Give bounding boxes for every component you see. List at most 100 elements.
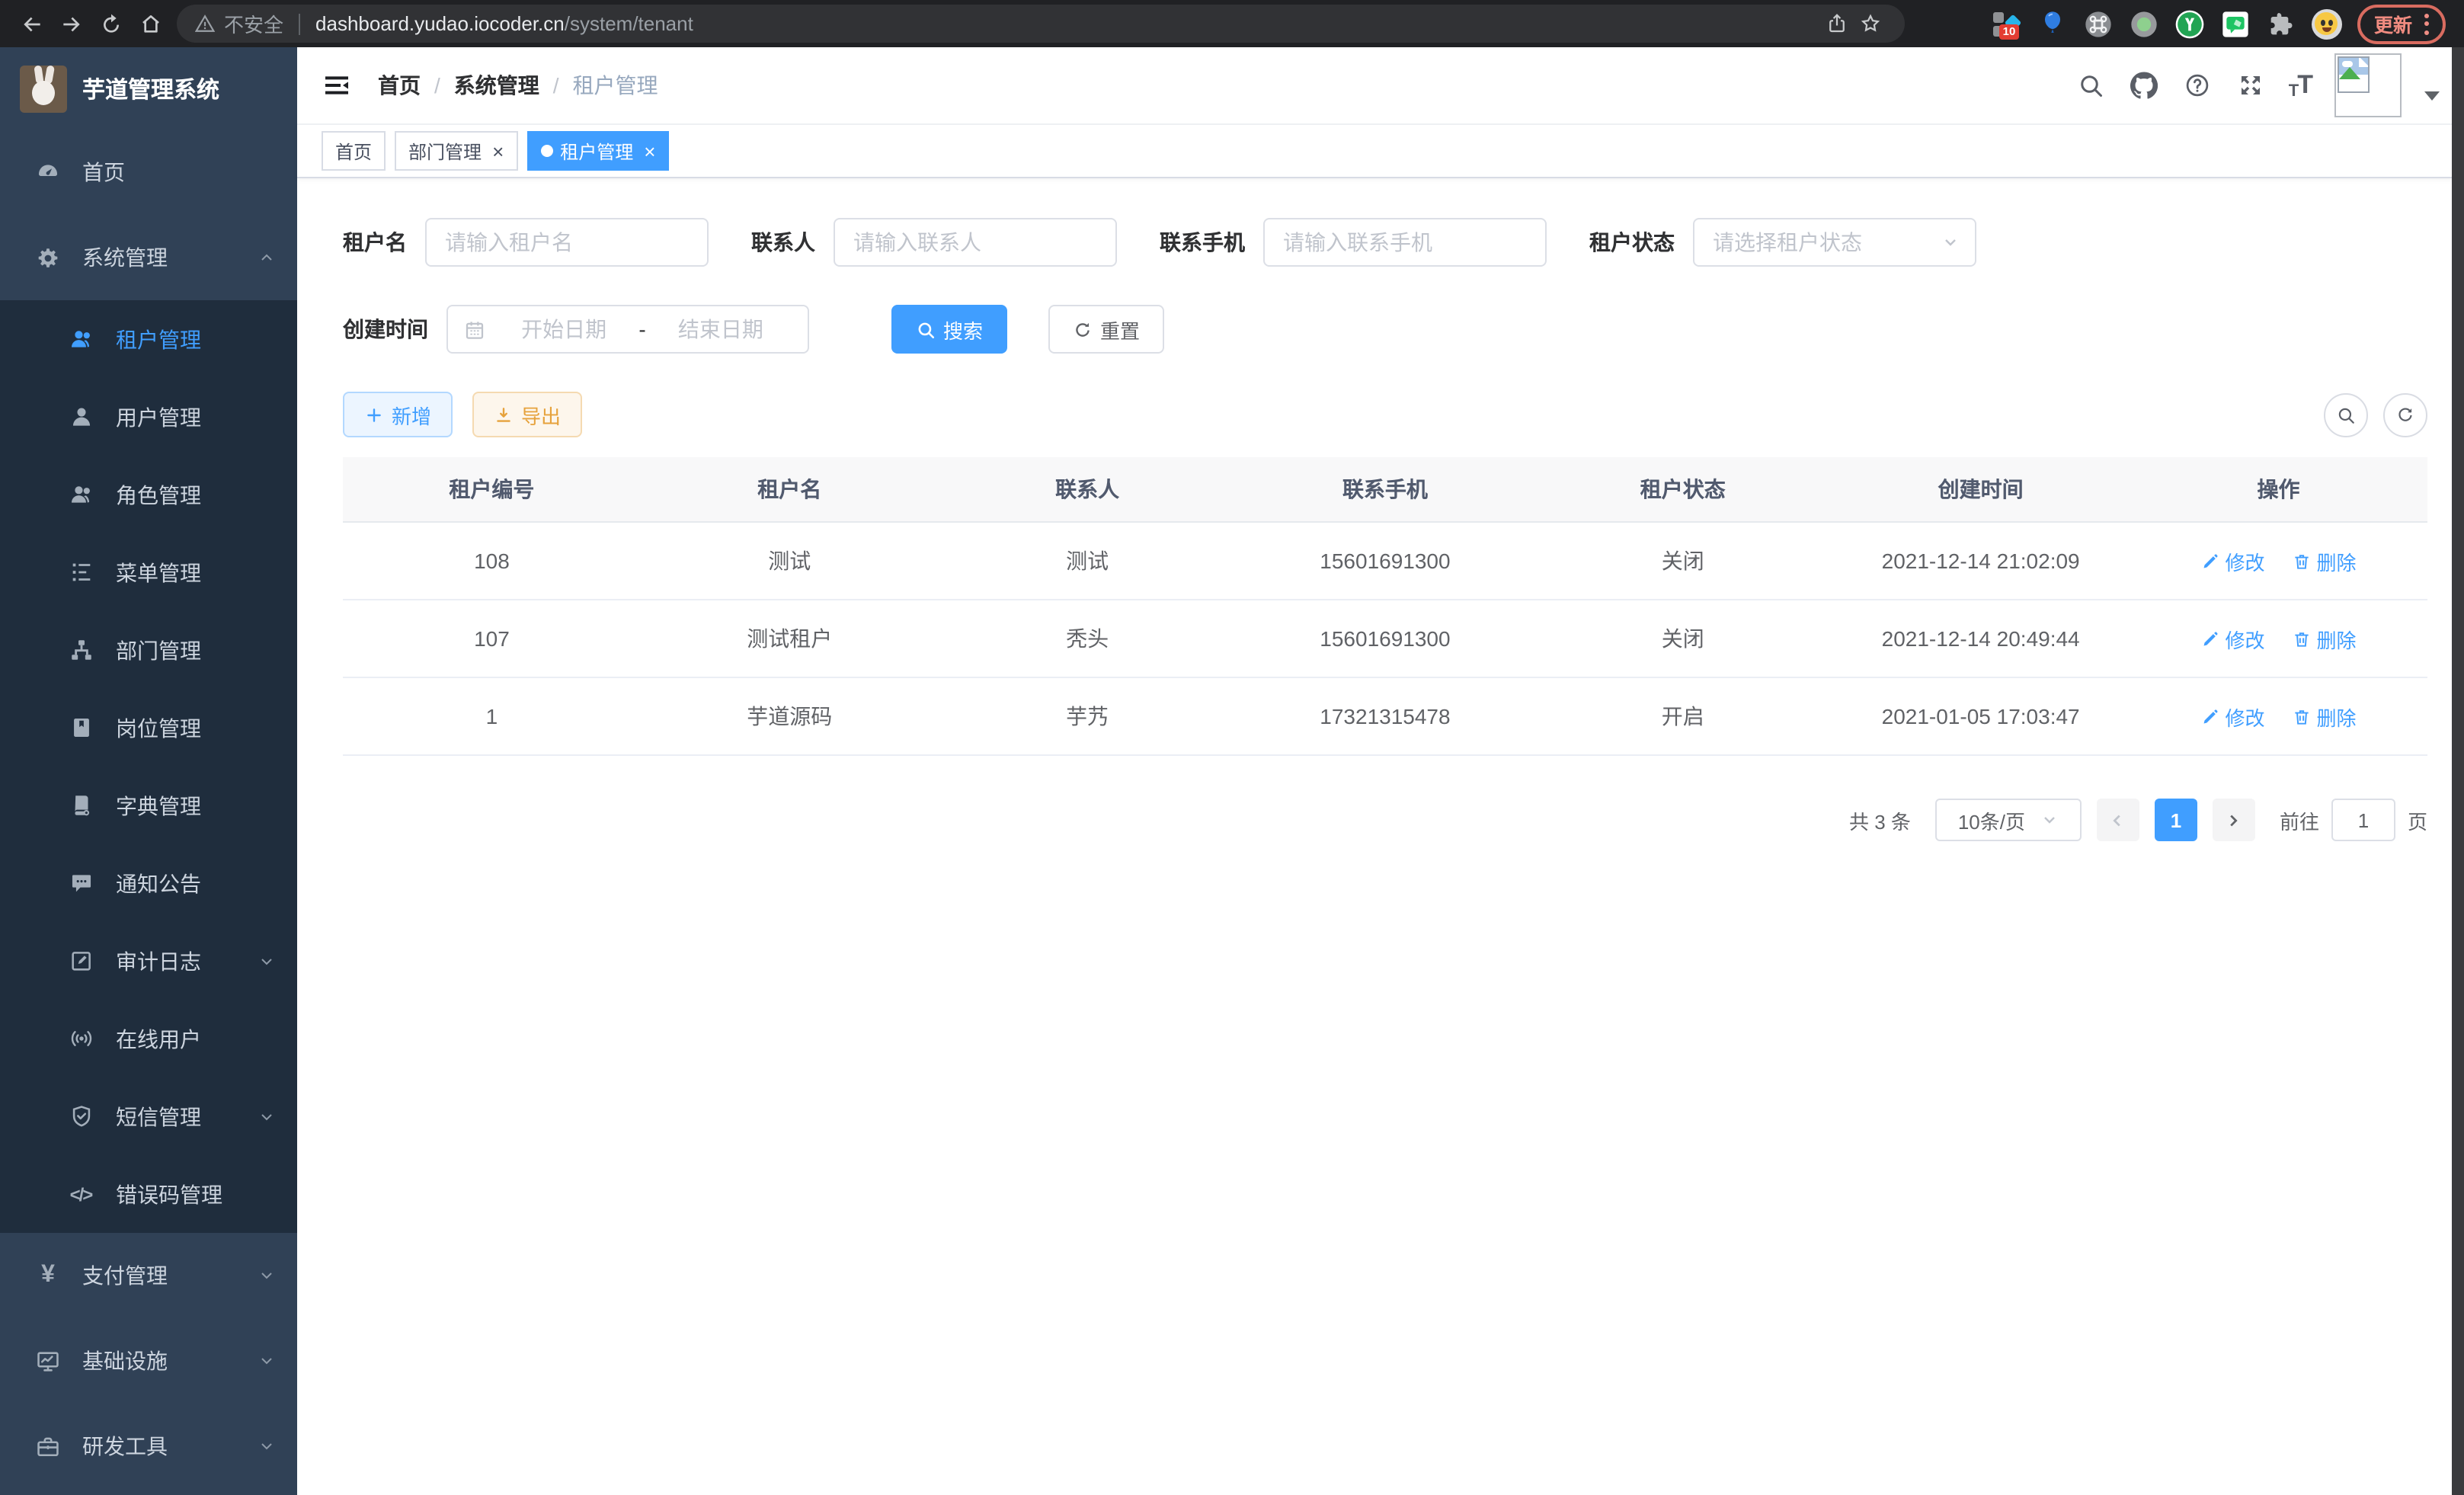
toggle-search-icon[interactable]: [2324, 392, 2368, 437]
status-placeholder: 请选择租户状态: [1713, 227, 1941, 258]
sidebar-item-字典管理[interactable]: 字典管理: [0, 767, 297, 844]
extension-badge-icon[interactable]: 10: [1992, 8, 2022, 39]
profile-avatar-icon[interactable]: [2312, 8, 2342, 39]
extension-balloon-icon[interactable]: [2037, 8, 2068, 39]
delete-button[interactable]: 删除: [2293, 624, 2357, 653]
sidebar-item-label: 支付管理: [82, 1260, 258, 1291]
table-row: 107测试租户秃头15601691300关闭2021-12-14 20:49:4…: [343, 600, 2427, 677]
delete-label: 删除: [2317, 546, 2357, 575]
chrome-update-button[interactable]: 更新: [2357, 4, 2446, 43]
extension-command-icon[interactable]: [2083, 8, 2114, 39]
sidebar-item-租户管理[interactable]: 租户管理: [0, 300, 297, 378]
user-avatar[interactable]: [2334, 53, 2402, 117]
bookmark-star-icon[interactable]: [1853, 7, 1886, 40]
tab-首页[interactable]: 首页: [322, 131, 386, 171]
sidebar-item-基础设施[interactable]: 基础设施: [0, 1318, 297, 1404]
extension-y-icon[interactable]: [2174, 8, 2205, 39]
edit-button[interactable]: 修改: [2201, 624, 2265, 653]
tab-label: 首页: [335, 138, 372, 164]
contact-input[interactable]: [834, 218, 1117, 267]
export-button-label: 导出: [521, 400, 561, 429]
sidebar-item-审计日志[interactable]: 审计日志: [0, 922, 297, 1000]
page-size-value: 10条/页: [1958, 805, 2025, 834]
sidebar-item-部门管理[interactable]: 部门管理: [0, 611, 297, 689]
extensions-row: 10 更新: [1992, 4, 2452, 43]
edit-button[interactable]: 修改: [2201, 546, 2265, 575]
export-button[interactable]: 导出: [472, 392, 582, 437]
infra-icon: [34, 1347, 61, 1375]
back-icon[interactable]: [12, 4, 52, 43]
close-icon[interactable]: ×: [644, 141, 655, 161]
url-bar[interactable]: 不安全 dashboard.yudao.iocoder.cn/system/te…: [177, 5, 1905, 43]
help-icon[interactable]: [2182, 70, 2213, 101]
sidebar: 芋道管理系统 首页系统管理租户管理用户管理角色管理菜单管理部门管理岗位管理字典管…: [0, 47, 297, 1495]
sidebar-item-在线用户[interactable]: 在线用户: [0, 1000, 297, 1077]
chevron-down-icon: [258, 1437, 276, 1455]
sidebar-item-首页[interactable]: 首页: [0, 130, 297, 215]
update-label: 更新: [2374, 9, 2412, 38]
breadcrumb-home[interactable]: 首页: [378, 70, 421, 101]
sidebar-item-支付管理[interactable]: ¥支付管理: [0, 1233, 297, 1318]
url-host: dashboard.yudao.iocoder.cn: [315, 12, 565, 35]
delete-button[interactable]: 删除: [2293, 546, 2357, 575]
reset-button[interactable]: 重置: [1048, 305, 1164, 354]
pencil-icon: [2201, 551, 2221, 571]
plus-icon: [364, 405, 384, 424]
page-size-select[interactable]: 10条/页: [1935, 799, 2082, 841]
table-cell: 测试: [641, 522, 939, 600]
sidebar-item-角色管理[interactable]: 角色管理: [0, 456, 297, 533]
edit-button[interactable]: 修改: [2201, 702, 2265, 731]
close-icon[interactable]: ×: [492, 141, 504, 161]
delete-label: 删除: [2317, 624, 2357, 653]
font-size-icon[interactable]: TT: [2289, 70, 2312, 101]
search-icon[interactable]: [2075, 70, 2106, 101]
sidebar-item-用户管理[interactable]: 用户管理: [0, 378, 297, 456]
tenant-name-input[interactable]: [425, 218, 709, 267]
fullscreen-icon[interactable]: [2235, 70, 2266, 101]
github-icon[interactable]: [2129, 70, 2159, 101]
date-range-picker[interactable]: 开始日期 - 结束日期: [446, 305, 809, 354]
browser-menu-icon[interactable]: [2424, 13, 2429, 34]
sidebar-item-通知公告[interactable]: 通知公告: [0, 844, 297, 922]
extension-chat-icon[interactable]: [2220, 8, 2251, 39]
mobile-input[interactable]: [1263, 218, 1547, 267]
forward-icon[interactable]: [52, 4, 91, 43]
sidebar-item-label: 首页: [82, 157, 276, 187]
sidebar-collapse-icon[interactable]: [322, 70, 352, 101]
extension-record-icon[interactable]: [2129, 8, 2159, 39]
goto-page-input[interactable]: [2331, 799, 2395, 841]
sidebar-item-label: 部门管理: [116, 635, 276, 665]
sidebar-logo-row[interactable]: 芋道管理系统: [0, 47, 297, 130]
prev-page-button[interactable]: [2097, 799, 2139, 841]
column-header: 联系手机: [1237, 457, 1534, 522]
share-icon[interactable]: [1819, 7, 1853, 40]
delete-button[interactable]: 删除: [2293, 702, 2357, 731]
page-number-current[interactable]: 1: [2155, 799, 2197, 841]
sidebar-item-菜单管理[interactable]: 菜单管理: [0, 533, 297, 611]
reload-icon[interactable]: [91, 4, 131, 43]
sidebar-item-短信管理[interactable]: 短信管理: [0, 1077, 297, 1155]
breadcrumb-system[interactable]: 系统管理: [454, 70, 539, 101]
sidebar-item-错误码管理[interactable]: </>错误码管理: [0, 1155, 297, 1233]
sidebar-item-研发工具[interactable]: 研发工具: [0, 1404, 297, 1489]
security-label[interactable]: 不安全: [224, 9, 283, 38]
window-scrollbar[interactable]: [2452, 47, 2464, 1495]
tab-部门管理[interactable]: 部门管理×: [395, 131, 517, 171]
sidebar-item-岗位管理[interactable]: 岗位管理: [0, 689, 297, 767]
avatar-dropdown-icon[interactable]: [2424, 91, 2440, 101]
next-page-button[interactable]: [2213, 799, 2255, 841]
edit-label: 修改: [2226, 624, 2265, 653]
tab-租户管理[interactable]: 租户管理×: [526, 131, 669, 171]
sidebar-item-系统管理[interactable]: 系统管理: [0, 215, 297, 300]
refresh-table-icon[interactable]: [2383, 392, 2427, 437]
search-button[interactable]: 搜索: [891, 305, 1007, 354]
table-actions-cell: 修改 删除: [2130, 522, 2427, 600]
create-time-label: 创建时间: [343, 314, 428, 344]
extensions-puzzle-icon[interactable]: [2266, 8, 2296, 39]
add-button[interactable]: 新增: [343, 392, 453, 437]
table-cell: 2021-12-14 21:02:09: [1832, 522, 2130, 600]
table-cell: 1: [343, 677, 641, 755]
active-tab-dot: [540, 145, 552, 157]
status-select[interactable]: 请选择租户状态: [1693, 218, 1976, 267]
home-icon[interactable]: [131, 4, 171, 43]
